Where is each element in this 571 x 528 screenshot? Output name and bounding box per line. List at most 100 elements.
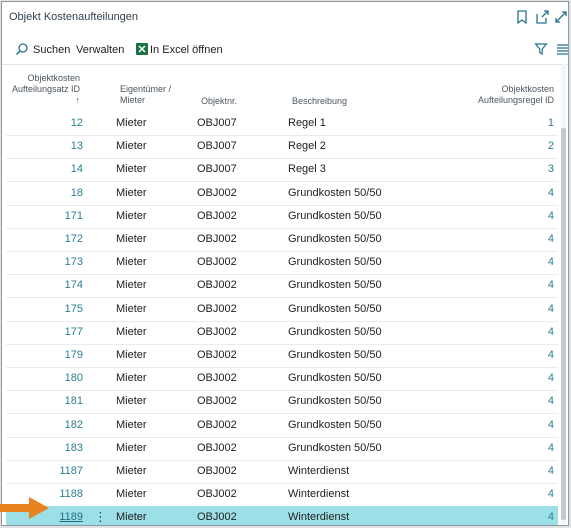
cell-objnr: OBJ002	[197, 186, 237, 199]
column-header-rule-line2: Aufteilungsregel ID	[477, 95, 554, 105]
cell-id[interactable]: 182	[65, 419, 83, 431]
cell-description: Grundkosten 50/50	[288, 441, 382, 454]
cell-rule-id[interactable]: 4	[548, 442, 554, 454]
cell-id[interactable]: 12	[71, 117, 83, 129]
cell-rule-id[interactable]: 4	[548, 349, 554, 361]
table-row[interactable]: 172 Mieter OBJ002 Grundkosten 50/50 4	[6, 228, 558, 252]
filter-icon[interactable]	[534, 42, 548, 56]
cell-owner: Mieter	[116, 441, 147, 454]
cell-id[interactable]: 180	[65, 372, 83, 384]
cell-id[interactable]: 173	[65, 256, 83, 268]
cell-rule-id[interactable]: 4	[548, 303, 554, 315]
cell-id[interactable]: 172	[65, 233, 83, 245]
cell-owner: Mieter	[116, 395, 147, 408]
cell-id[interactable]: 175	[65, 303, 83, 315]
cell-rule-id[interactable]: 4	[548, 256, 554, 268]
table-row[interactable]: 181 Mieter OBJ002 Grundkosten 50/50 4	[6, 390, 558, 415]
table-row[interactable]: 1187 Mieter OBJ002 Winterdienst 4	[6, 460, 558, 484]
cell-rule-id[interactable]: 2	[548, 140, 554, 152]
cell-owner: Mieter	[116, 209, 147, 222]
cell-objnr: OBJ002	[197, 349, 237, 361]
cell-owner: Mieter	[116, 349, 147, 361]
cell-id[interactable]: 174	[65, 279, 83, 291]
table-row[interactable]: 13 Mieter OBJ007 Regel 2 2	[6, 135, 558, 160]
table-row[interactable]: 173 Mieter OBJ002 Grundkosten 50/50 4	[6, 251, 558, 276]
cell-rule-id[interactable]: 4	[548, 210, 554, 222]
table-row[interactable]: 12 Mieter OBJ007 Regel 1 1	[6, 112, 558, 136]
open-new-window-icon[interactable]	[534, 9, 550, 25]
cell-rule-id[interactable]: 3	[548, 163, 554, 175]
cell-id[interactable]: 18	[71, 187, 83, 199]
cell-rule-id[interactable]: 4	[548, 419, 554, 431]
action-bar: Suchen Verwalten In Excel öffnen	[2, 38, 568, 65]
table-row[interactable]: 175 Mieter OBJ002 Grundkosten 50/50 4	[6, 298, 558, 322]
cell-objnr: OBJ002	[197, 488, 237, 501]
search-button[interactable]: Suchen	[33, 44, 70, 56]
cell-id[interactable]: 183	[65, 442, 83, 454]
cell-owner: Mieter	[116, 488, 147, 501]
bookmark-icon[interactable]	[514, 9, 530, 25]
table-row[interactable]: 180 Mieter OBJ002 Grundkosten 50/50 4	[6, 367, 558, 392]
cell-rule-id[interactable]: 4	[548, 511, 554, 523]
column-header-rule-line1: Objektkosten	[501, 84, 554, 94]
cell-id[interactable]: 171	[65, 210, 83, 222]
cell-objnr: OBJ002	[197, 441, 237, 454]
table-row[interactable]: 14 Mieter OBJ007 Regel 3 3	[6, 158, 558, 183]
cell-description: Winterdienst	[288, 465, 350, 477]
cell-description: Grundkosten 50/50	[288, 302, 382, 315]
pointer-arrow-icon	[0, 497, 49, 519]
table-row[interactable]: 171 Mieter OBJ002 Grundkosten 50/50 4	[6, 205, 558, 229]
cell-rule-id[interactable]: 4	[548, 187, 554, 199]
table-row[interactable]: 183 Mieter OBJ002 Grundkosten 50/50 4	[6, 437, 558, 461]
expand-icon[interactable]	[553, 9, 569, 25]
cell-id[interactable]: 13	[71, 140, 83, 152]
cell-objnr: OBJ002	[197, 325, 237, 338]
cell-description: Grundkosten 50/50	[288, 256, 382, 269]
cell-description: Regel 1	[288, 117, 326, 129]
cell-objnr: OBJ002	[197, 465, 237, 477]
column-header-description[interactable]: Beschreibung	[292, 96, 347, 107]
cell-id[interactable]: 177	[65, 326, 83, 338]
open-in-excel-button[interactable]: In Excel öffnen	[150, 44, 223, 56]
table-row[interactable]: 174 Mieter OBJ002 Grundkosten 50/50 4	[6, 274, 558, 299]
cell-rule-id[interactable]: 4	[548, 372, 554, 384]
cell-id[interactable]: 14	[71, 163, 83, 175]
cell-rule-id[interactable]: 4	[548, 465, 554, 477]
cell-id[interactable]: 1187	[59, 465, 83, 477]
cell-rule-id[interactable]: 4	[548, 233, 554, 245]
table-row[interactable]: 182 Mieter OBJ002 Grundkosten 50/50 4	[6, 414, 558, 438]
page-window: Objekt Kostenaufteilungen Suchen Verwalt…	[1, 1, 569, 526]
cell-objnr: OBJ002	[197, 279, 237, 292]
cell-owner: Mieter	[116, 302, 147, 315]
column-header-rule[interactable]: Objektkosten Aufteilungsregel ID	[478, 84, 554, 106]
table-row[interactable]: 179 Mieter OBJ002 Grundkosten 50/50 4	[6, 344, 558, 368]
row-actions-menu-icon[interactable]: ⋮	[94, 509, 107, 525]
column-header-objnr[interactable]: Objektnr.	[201, 96, 237, 107]
table-row[interactable]: 18 Mieter OBJ002 Grundkosten 50/50 4	[6, 182, 558, 206]
scrollbar-thumb[interactable]	[561, 128, 566, 520]
title-bar: Objekt Kostenaufteilungen	[2, 2, 568, 34]
vertical-scrollbar[interactable]	[561, 64, 566, 524]
column-header-id[interactable]: Objektkosten Aufteilungsatz ID ↑	[10, 73, 80, 106]
cell-description: Grundkosten 50/50	[288, 233, 382, 245]
cell-rule-id[interactable]: 4	[548, 395, 554, 407]
table-row[interactable]: 1188 Mieter OBJ002 Winterdienst 4	[6, 483, 558, 508]
cell-owner: Mieter	[116, 511, 147, 524]
cell-objnr: OBJ007	[197, 117, 237, 129]
cell-description: Grundkosten 50/50	[288, 372, 382, 385]
cell-rule-id[interactable]: 4	[548, 326, 554, 338]
cell-rule-id[interactable]: 4	[548, 488, 554, 500]
cell-id[interactable]: 1188	[59, 488, 83, 500]
cell-objnr: OBJ007	[197, 140, 237, 153]
cell-id[interactable]: 1189	[59, 511, 83, 523]
cell-id[interactable]: 179	[65, 349, 83, 361]
column-header-id-line2: Aufteilungsatz ID	[11, 84, 80, 94]
table-row[interactable]: 1189 Mieter OBJ002 Winterdienst 4 ⋮	[6, 506, 558, 525]
cell-id[interactable]: 181	[65, 395, 83, 407]
cell-rule-id[interactable]: 1	[548, 117, 554, 129]
manage-button[interactable]: Verwalten	[76, 44, 124, 56]
table-row[interactable]: 177 Mieter OBJ002 Grundkosten 50/50 4	[6, 321, 558, 345]
list-view-icon[interactable]	[556, 42, 569, 56]
cell-rule-id[interactable]: 4	[548, 279, 554, 291]
column-header-owner[interactable]: Eigentümer / Mieter	[120, 84, 171, 106]
